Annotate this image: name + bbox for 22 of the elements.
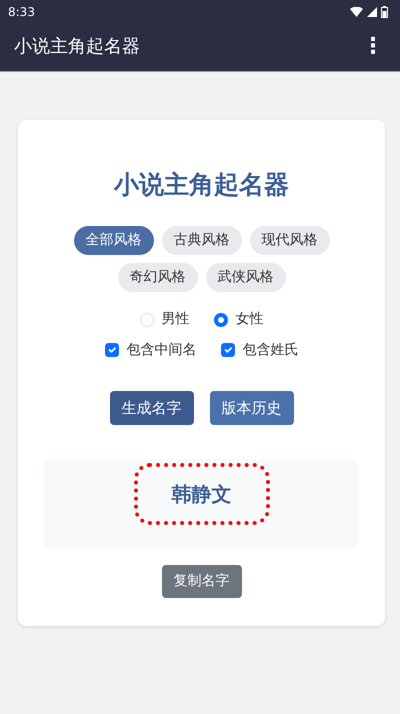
wifi-icon: [350, 7, 363, 17]
style-chip[interactable]: 奇幻风格: [118, 262, 198, 292]
gender-label: 女性: [236, 310, 264, 329]
copy-button[interactable]: 复制名字: [162, 565, 242, 598]
option-checkbox[interactable]: [220, 343, 234, 357]
menu-button[interactable]: ⋮: [360, 36, 386, 58]
battery-icon: [381, 6, 388, 18]
status-time: 8:33: [8, 4, 35, 21]
gender-label: 男性: [162, 310, 190, 329]
style-chip[interactable]: 武侠风格: [206, 262, 286, 292]
gender-radio[interactable]: [214, 312, 228, 326]
card-title: 小说主角起名器: [112, 169, 290, 201]
action-button[interactable]: 生成名字: [110, 390, 194, 425]
option-label: 包含中间名: [126, 340, 196, 360]
option-checkbox[interactable]: [104, 343, 118, 357]
option-label: 包含姓氏: [242, 340, 298, 360]
app-title: 小说主角起名器: [14, 35, 140, 59]
signal-icon: [367, 7, 377, 17]
style-chip[interactable]: 全部风格: [74, 226, 154, 254]
style-chip[interactable]: 现代风格: [250, 226, 330, 254]
style-chip[interactable]: 古典风格: [162, 226, 242, 254]
action-button[interactable]: 版本历史: [210, 390, 294, 425]
